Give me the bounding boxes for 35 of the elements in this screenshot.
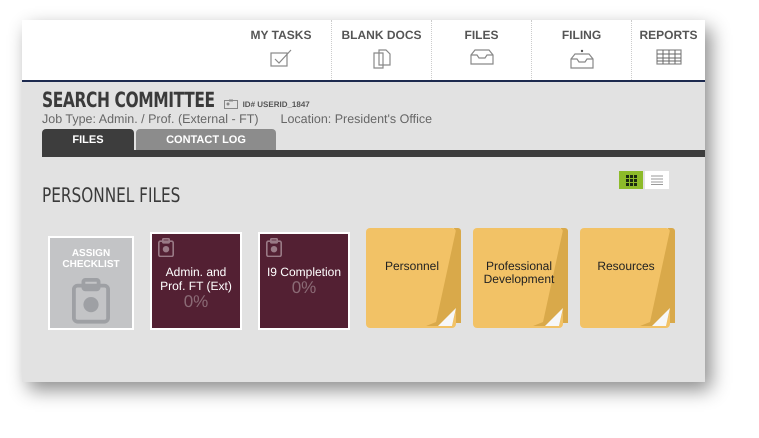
folder-tile[interactable] <box>366 228 461 330</box>
checklist-tile[interactable]: Admin. and Prof. FT (Ext) 0% <box>150 232 242 330</box>
checklist-tile[interactable]: I9 Completion 0% <box>258 232 350 330</box>
grid-icon <box>626 174 636 186</box>
checklist-name: Admin. and Prof. FT (Ext) <box>159 265 233 294</box>
clipboard-icon <box>158 238 174 258</box>
grid-view-button[interactable] <box>619 171 643 189</box>
folder-tile[interactable] <box>473 228 568 330</box>
checkbox-icon <box>270 49 292 67</box>
folder-name: Professional Development <box>482 260 556 286</box>
clipboard-icon <box>266 238 282 258</box>
list-icon <box>651 175 663 185</box>
nav-item[interactable]: MY TASKS <box>231 20 331 80</box>
inbox-tray-icon <box>570 49 594 69</box>
nav-item[interactable]: REPORTS <box>631 20 705 80</box>
nav-item[interactable]: FILES <box>431 20 531 80</box>
folder-tile[interactable] <box>580 228 675 330</box>
section-title: PERSONNEL FILES <box>42 183 180 207</box>
nav-item[interactable]: FILING <box>531 20 631 80</box>
id-card-icon <box>224 99 238 109</box>
user-id: ID# USERID_1847 <box>242 100 310 109</box>
progress-percent: 0% <box>184 293 208 312</box>
clipboard-check-icon <box>72 278 110 324</box>
nav-item[interactable]: BLANK DOCS <box>331 20 431 80</box>
table-icon <box>656 49 682 65</box>
inbox-tray-icon <box>470 49 494 65</box>
folder-name: Personnel <box>384 260 440 273</box>
folder-name: Resources <box>596 260 656 273</box>
checklist-name: I9 Completion <box>266 265 342 280</box>
job-type: Job Type: Admin. / Prof. (External - FT) <box>42 112 259 126</box>
documents-icon <box>372 49 390 69</box>
tab[interactable]: FILES <box>42 129 134 150</box>
progress-percent: 0% <box>292 279 316 298</box>
location: Location: President's Office <box>280 112 432 126</box>
page-title: SEARCH COMMITTEE <box>42 88 215 112</box>
